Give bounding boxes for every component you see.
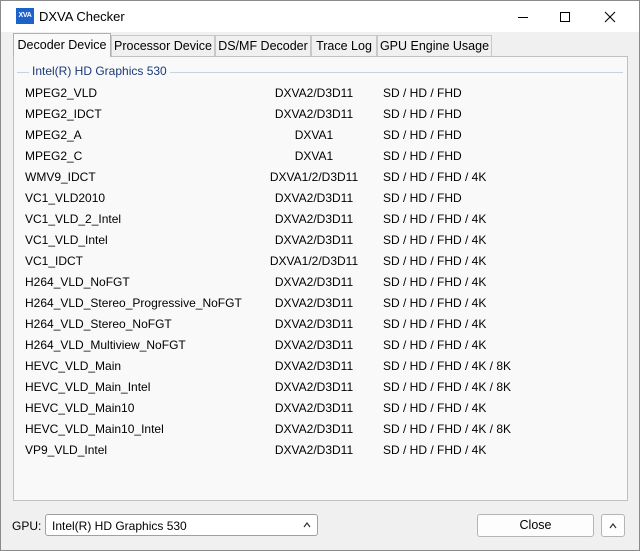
- decoder-name: VC1_VLD_Intel: [25, 233, 108, 247]
- decoder-api: DXVA2/D3D11: [274, 380, 354, 394]
- decoder-api: DXVA2/D3D11: [274, 233, 354, 247]
- tab-processor-device[interactable]: Processor Device: [111, 35, 215, 56]
- decoder-resolutions: SD / HD / FHD / 4K: [383, 317, 487, 331]
- dxva-checker-window: XVA DXVA Checker Decoder Device Processo…: [0, 0, 640, 551]
- decoder-name: VC1_VLD2010: [25, 191, 106, 205]
- decoder-resolutions: SD / HD / FHD: [383, 149, 462, 163]
- expand-button[interactable]: [601, 514, 625, 537]
- decoder-resolutions: SD / HD / FHD: [383, 107, 462, 121]
- tab-decoder-device[interactable]: Decoder Device: [13, 33, 111, 57]
- decoder-api: DXVA2/D3D11: [274, 317, 354, 331]
- decoder-resolutions: SD / HD / FHD / 4K: [383, 254, 487, 268]
- close-button[interactable]: Close: [477, 514, 594, 537]
- window-title: DXVA Checker: [39, 9, 125, 24]
- decoder-name: VC1_IDCT: [25, 254, 84, 268]
- decoder-name: MPEG2_C: [25, 149, 83, 163]
- decoder-api: DXVA1/2/D3D11: [269, 254, 359, 268]
- decoder-api: DXVA2/D3D11: [274, 422, 354, 436]
- decoder-row[interactable]: HEVC_VLD_Main10 DXVA2/D3D11 SD / HD / FHD …: [14, 398, 627, 419]
- decoder-row[interactable]: MPEG2_A DXVA1 SD / HD / FHD: [14, 125, 627, 146]
- decoder-api: DXVA2/D3D11: [274, 86, 354, 100]
- decoder-resolutions: SD / HD / FHD / 4K: [383, 401, 487, 415]
- decoder-resolutions: SD / HD / FHD / 4K / 8K: [383, 380, 512, 394]
- decoder-resolutions: SD / HD / FHD / 4K: [383, 296, 487, 310]
- bottom-bar: GPU: Intel(R) HD Graphics 530 Close: [1, 506, 639, 546]
- decoder-row[interactable]: MPEG2_C DXVA1 SD / HD / FHD: [14, 146, 627, 167]
- decoder-resolutions: SD / HD / FHD / 4K: [383, 170, 487, 184]
- decoder-list: MPEG2_VLD DXVA2/D3D11 SD / HD / FHD MPEG2_I…: [14, 83, 627, 461]
- decoder-name: MPEG2_A: [25, 128, 82, 142]
- maximize-icon: [560, 11, 570, 22]
- decoder-api: DXVA2/D3D11: [274, 275, 354, 289]
- decoder-api: DXVA1: [294, 149, 334, 163]
- close-icon: [604, 11, 616, 22]
- decoder-resolutions: SD / HD / FHD / 4K / 8K: [383, 359, 512, 373]
- group-title: Intel(R) HD Graphics 530: [29, 64, 170, 78]
- decoder-name: H264_VLD_NoFGT: [25, 275, 130, 289]
- decoder-api: DXVA1/2/D3D11: [269, 170, 359, 184]
- gpu-select[interactable]: Intel(R) HD Graphics 530: [45, 514, 318, 536]
- chevron-up-icon: [609, 522, 617, 528]
- decoder-row[interactable]: VC1_VLD_2_Intel DXVA2/D3D11 SD / HD / FHD …: [14, 209, 627, 230]
- decoder-api: DXVA2/D3D11: [274, 401, 354, 415]
- decoder-name: VP9_VLD_Intel: [25, 443, 108, 457]
- decoder-name: HEVC_VLD_Main_Intel: [25, 380, 151, 394]
- tab-ds-mf-decoder[interactable]: DS/MF Decoder: [215, 35, 311, 56]
- tab-gpu-engine-usage[interactable]: GPU Engine Usage: [377, 35, 492, 56]
- decoder-row[interactable]: H264_VLD_Multiview_NoFGT DXVA2/D3D11 SD / …: [14, 335, 627, 356]
- decoder-row[interactable]: VC1_VLD2010 DXVA2/D3D11 SD / HD / FHD: [14, 188, 627, 209]
- decoder-name: HEVC_VLD_Main10: [25, 401, 135, 415]
- decoder-resolutions: SD / HD / FHD: [383, 191, 462, 205]
- title-bar[interactable]: XVA DXVA Checker: [1, 1, 639, 32]
- minimize-button[interactable]: [500, 1, 546, 32]
- decoder-name: MPEG2_IDCT: [25, 107, 102, 121]
- decoder-api: DXVA2/D3D11: [274, 443, 354, 457]
- maximize-button[interactable]: [542, 1, 588, 32]
- decoder-device-panel: Intel(R) HD Graphics 530 MPEG2_VLD DXVA2/…: [13, 56, 628, 501]
- decoder-name: MPEG2_VLD: [25, 86, 98, 100]
- decoder-row[interactable]: VC1_VLD_Intel DXVA2/D3D11 SD / HD / FHD / …: [14, 230, 627, 251]
- decoder-api: DXVA2/D3D11: [274, 212, 354, 226]
- decoder-row[interactable]: MPEG2_IDCT DXVA2/D3D11 SD / HD / FHD: [14, 104, 627, 125]
- decoder-resolutions: SD / HD / FHD: [383, 86, 462, 100]
- decoder-name: WMV9_IDCT: [25, 170, 96, 184]
- decoder-resolutions: SD / HD / FHD / 4K: [383, 212, 487, 226]
- decoder-resolutions: SD / HD / FHD / 4K / 8K: [383, 422, 512, 436]
- tab-bar: Decoder Device Processor Device DS/MF De…: [13, 33, 629, 57]
- decoder-row[interactable]: H264_VLD_Stereo_NoFGT DXVA2/D3D11 SD / HD …: [14, 314, 627, 335]
- decoder-resolutions: SD / HD / FHD / 4K: [383, 443, 487, 457]
- decoder-row[interactable]: HEVC_VLD_Main DXVA2/D3D11 SD / HD / FHD / …: [14, 356, 627, 377]
- decoder-row[interactable]: H264_VLD_Stereo_Progressive_NoFGT DXVA2/D…: [14, 293, 627, 314]
- gpu-label: GPU:: [12, 519, 42, 533]
- chevron-up-icon: [303, 522, 311, 528]
- decoder-name: VC1_VLD_2_Intel: [25, 212, 122, 226]
- decoder-row[interactable]: H264_VLD_NoFGT DXVA2/D3D11 SD / HD / FHD /…: [14, 272, 627, 293]
- decoder-api: DXVA2/D3D11: [274, 338, 354, 352]
- decoder-api: DXVA1: [294, 128, 334, 142]
- decoder-name: H264_VLD_Stereo_Progressive_NoFGT: [25, 296, 242, 310]
- decoder-row[interactable]: VP9_VLD_Intel DXVA2/D3D11 SD / HD / FHD / …: [14, 440, 627, 461]
- decoder-name: HEVC_VLD_Main10_Intel: [25, 422, 164, 436]
- decoder-row[interactable]: HEVC_VLD_Main_Intel DXVA2/D3D11 SD / HD / …: [14, 377, 627, 398]
- decoder-row[interactable]: WMV9_IDCT DXVA1/2/D3D11 SD / HD / FHD / 4K: [14, 167, 627, 188]
- decoder-name: H264_VLD_Stereo_NoFGT: [25, 317, 172, 331]
- decoder-resolutions: SD / HD / FHD: [383, 128, 462, 142]
- decoder-row[interactable]: HEVC_VLD_Main10_Intel DXVA2/D3D11 SD / HD …: [14, 419, 627, 440]
- decoder-row[interactable]: VC1_IDCT DXVA1/2/D3D11 SD / HD / FHD / 4K: [14, 251, 627, 272]
- gpu-select-value: Intel(R) HD Graphics 530: [52, 519, 187, 533]
- decoder-name: H264_VLD_Multiview_NoFGT: [25, 338, 186, 352]
- decoder-name: HEVC_VLD_Main: [25, 359, 122, 373]
- decoder-api: DXVA2/D3D11: [274, 296, 354, 310]
- decoder-resolutions: SD / HD / FHD / 4K: [383, 338, 487, 352]
- decoder-api: DXVA2/D3D11: [274, 107, 354, 121]
- close-window-button[interactable]: [587, 1, 633, 32]
- tab-trace-log[interactable]: Trace Log: [311, 35, 377, 56]
- minimize-icon: [518, 16, 528, 18]
- decoder-row[interactable]: MPEG2_VLD DXVA2/D3D11 SD / HD / FHD: [14, 83, 627, 104]
- decoder-api: DXVA2/D3D11: [274, 191, 354, 205]
- decoder-resolutions: SD / HD / FHD / 4K: [383, 233, 487, 247]
- decoder-api: DXVA2/D3D11: [274, 359, 354, 373]
- app-icon: XVA: [16, 8, 34, 24]
- decoder-resolutions: SD / HD / FHD / 4K: [383, 275, 487, 289]
